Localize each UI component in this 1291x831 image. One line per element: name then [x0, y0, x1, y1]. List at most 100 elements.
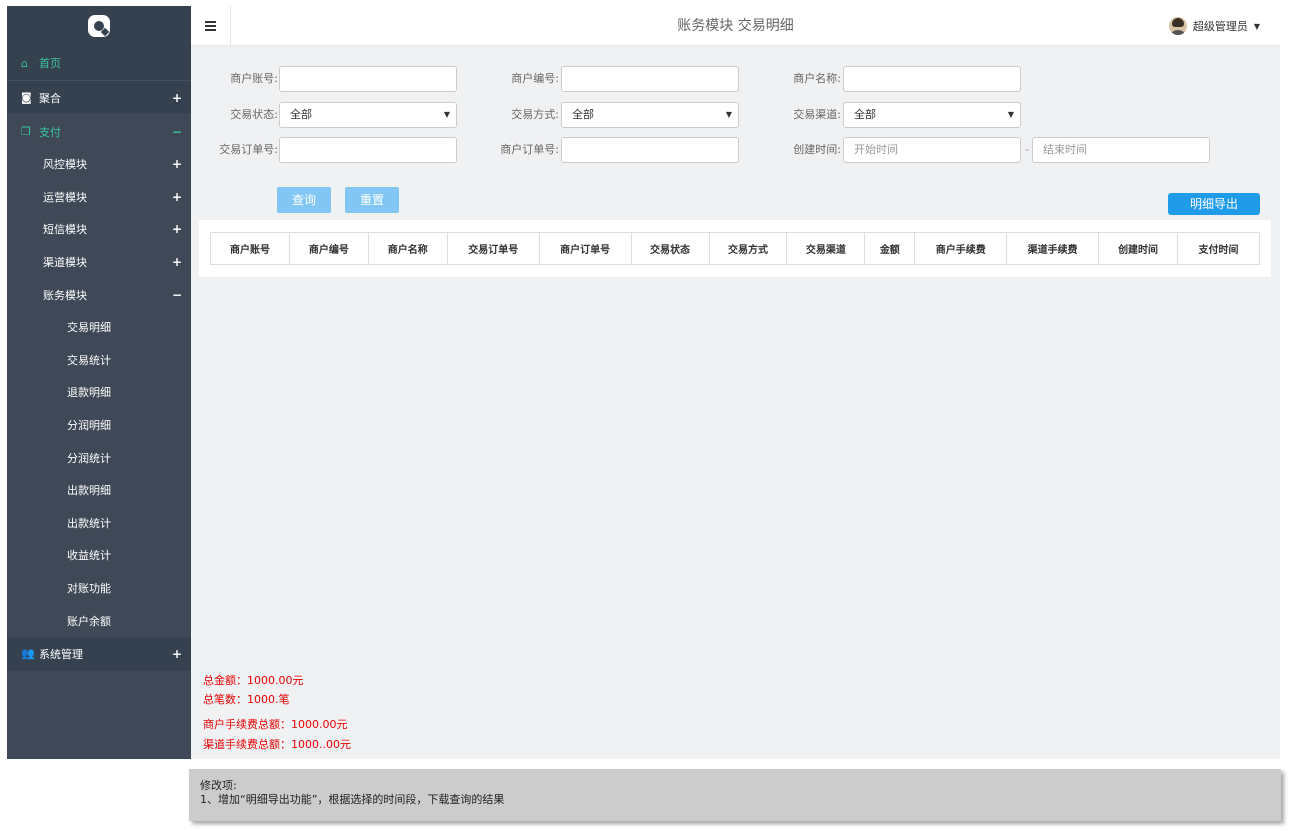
column-header[interactable]: 商户名称: [367, 232, 448, 265]
merchant-no-input[interactable]: [561, 66, 739, 92]
export-button[interactable]: 明细导出: [1168, 193, 1260, 215]
sidebar-leaf-profit-detail[interactable]: 分润明细: [7, 409, 191, 442]
total-amount: 总金额：1000.00元: [203, 674, 304, 687]
sidebar-item-zhifu[interactable]: ❐ 支付 −: [7, 114, 191, 148]
sidebar-item-zhangwu[interactable]: 账务模块 −: [7, 278, 191, 311]
table-header-row: 商户账号 商户编号 商户名称 交易订单号 商户订单号 交易状态 交易方式 交易渠…: [210, 232, 1260, 265]
column-header[interactable]: 渠道手续费: [1006, 232, 1100, 265]
merchant-order-label: 商户订单号:: [500, 143, 559, 156]
column-header[interactable]: 交易渠道: [786, 232, 866, 265]
reset-button[interactable]: 重置: [345, 187, 399, 213]
sidebar-item-duanxin[interactable]: 短信模块 +: [7, 213, 191, 246]
column-header[interactable]: 商户订单号: [538, 232, 632, 265]
sidebar-item-yunying[interactable]: 运营模块 +: [7, 181, 191, 214]
expand-icon: +: [171, 222, 183, 237]
chevron-down-icon: ▼: [725, 110, 732, 119]
trade-method-select[interactable]: 全部 ▼: [561, 102, 739, 128]
logo[interactable]: [7, 6, 191, 46]
sidebar-leaf-trade-detail[interactable]: 交易明细: [7, 311, 191, 344]
sidebar-item-system[interactable]: 👥 系统管理 +: [7, 636, 191, 671]
app-window: ⌂ 首页 ◙ 聚合 + ❐ 支付 − 风控模块 + 运营模块 + 短信模块 + …: [7, 6, 1280, 759]
sidebar-leaf-payout-detail[interactable]: 出款明细: [7, 474, 191, 507]
end-time-input[interactable]: 结束时间: [1032, 137, 1210, 163]
sidebar-item-label: 短信模块: [43, 223, 87, 237]
trade-status-select[interactable]: 全部 ▼: [279, 102, 457, 128]
merchant-no-label: 商户编号:: [511, 72, 559, 85]
money-icon: ◙: [21, 91, 32, 104]
trade-order-label: 交易订单号:: [219, 143, 278, 156]
expand-icon: +: [171, 646, 183, 661]
sidebar-item-label: 风控模块: [43, 158, 87, 172]
column-header[interactable]: 商户手续费: [914, 232, 1008, 265]
column-header[interactable]: 交易状态: [630, 232, 710, 265]
collapse-icon: −: [171, 124, 183, 139]
expand-icon: +: [171, 189, 183, 204]
users-icon: 👥: [21, 647, 35, 661]
sidebar-item-label: 聚合: [39, 91, 61, 105]
sidebar-item-label: 运营模块: [43, 190, 87, 204]
column-header[interactable]: 创建时间: [1098, 232, 1179, 265]
chevron-down-icon: ▼: [1007, 110, 1014, 119]
column-header[interactable]: 商户编号: [288, 232, 369, 265]
note-title: 修改项:: [200, 779, 237, 792]
created-time-label: 创建时间:: [793, 143, 841, 156]
page-title: 账务模块 交易明细: [677, 18, 794, 34]
merchant-name-label: 商户名称:: [793, 72, 841, 85]
merchant-name-input[interactable]: [843, 66, 1021, 92]
column-header[interactable]: 交易方式: [708, 232, 788, 265]
trade-channel-label: 交易渠道:: [793, 108, 841, 121]
channel-fee-total: 渠道手续费总额：1000..00元: [203, 738, 351, 751]
data-table: 商户账号 商户编号 商户名称 交易订单号 商户订单号 交易状态 交易方式 交易渠…: [210, 232, 1260, 265]
sidebar-item-fengkong[interactable]: 风控模块 +: [7, 148, 191, 181]
query-button[interactable]: 查询: [277, 187, 331, 213]
sidebar-item-label: 渠道模块: [43, 256, 87, 270]
total-count: 总笔数：1000.笔: [203, 693, 290, 706]
sidebar-item-label: 系统管理: [39, 647, 83, 661]
column-header[interactable]: 交易订单号: [446, 232, 540, 265]
avatar: [1168, 17, 1187, 35]
chevron-down-icon: ▼: [443, 110, 450, 119]
trade-channel-value: 全部: [854, 108, 876, 121]
column-header[interactable]: 金额: [864, 232, 916, 265]
start-time-input[interactable]: 开始时间: [843, 137, 1021, 163]
merchant-order-input[interactable]: [561, 137, 739, 163]
sidebar-item-home[interactable]: ⌂ 首页: [7, 46, 191, 80]
merchant-fee-total: 商户手续费总额：1000.00元: [203, 718, 348, 731]
caret-down-icon: ▼: [1253, 21, 1260, 31]
trade-status-label: 交易状态:: [230, 108, 278, 121]
user-menu[interactable]: 超级管理员 ▼: [1168, 14, 1260, 38]
revision-note: 修改项: 1、增加“明细导出功能”，根据选择的时间段，下载查询的结果: [189, 769, 1281, 821]
sidebar-leaf-trade-stats[interactable]: 交易统计: [7, 344, 191, 377]
sidebar-leaf-profit-stats[interactable]: 分润统计: [7, 441, 191, 474]
sidebar-leaf-balance[interactable]: 账户余额: [7, 604, 191, 637]
user-name: 超级管理员: [1192, 20, 1248, 33]
sidebar-item-label: 首页: [39, 57, 61, 70]
sidebar-item-label: 账务模块: [43, 288, 87, 302]
trade-channel-select[interactable]: 全部 ▼: [843, 102, 1021, 128]
top-header: 账务模块 交易明细 超级管理员 ▼: [191, 6, 1280, 46]
sidebar: ⌂ 首页 ◙ 聚合 + ❐ 支付 − 风控模块 + 运营模块 + 短信模块 + …: [7, 6, 191, 759]
merchant-account-input[interactable]: [279, 66, 457, 92]
sidebar-leaf-income-stats[interactable]: 收益统计: [7, 539, 191, 572]
merchant-account-label: 商户账号:: [230, 72, 278, 85]
collapse-icon: −: [171, 287, 183, 302]
logo-icon: [88, 15, 110, 37]
trade-status-value: 全部: [290, 108, 312, 121]
trade-order-input[interactable]: [279, 137, 457, 163]
sidebar-leaf-payout-stats[interactable]: 出款统计: [7, 507, 191, 540]
sidebar-leaf-refund-detail[interactable]: 退款明细: [7, 376, 191, 409]
expand-icon: +: [171, 90, 183, 105]
expand-icon: +: [171, 255, 183, 270]
sidebar-item-label: 支付: [39, 125, 61, 139]
home-icon: ⌂: [21, 56, 28, 70]
trade-method-label: 交易方式:: [511, 108, 559, 121]
table-panel: 商户账号 商户编号 商户名称 交易订单号 商户订单号 交易状态 交易方式 交易渠…: [199, 220, 1271, 277]
trade-method-value: 全部: [572, 108, 594, 121]
sidebar-item-juhe[interactable]: ◙ 聚合 +: [7, 80, 191, 114]
note-line: 1、增加“明细导出功能”，根据选择的时间段，下载查询的结果: [200, 793, 505, 806]
sidebar-item-qudao[interactable]: 渠道模块 +: [7, 246, 191, 279]
column-header[interactable]: 支付时间: [1177, 232, 1260, 265]
menu-toggle-icon[interactable]: [191, 6, 231, 46]
sidebar-leaf-reconcile[interactable]: 对账功能: [7, 572, 191, 605]
column-header[interactable]: 商户账号: [210, 232, 290, 265]
